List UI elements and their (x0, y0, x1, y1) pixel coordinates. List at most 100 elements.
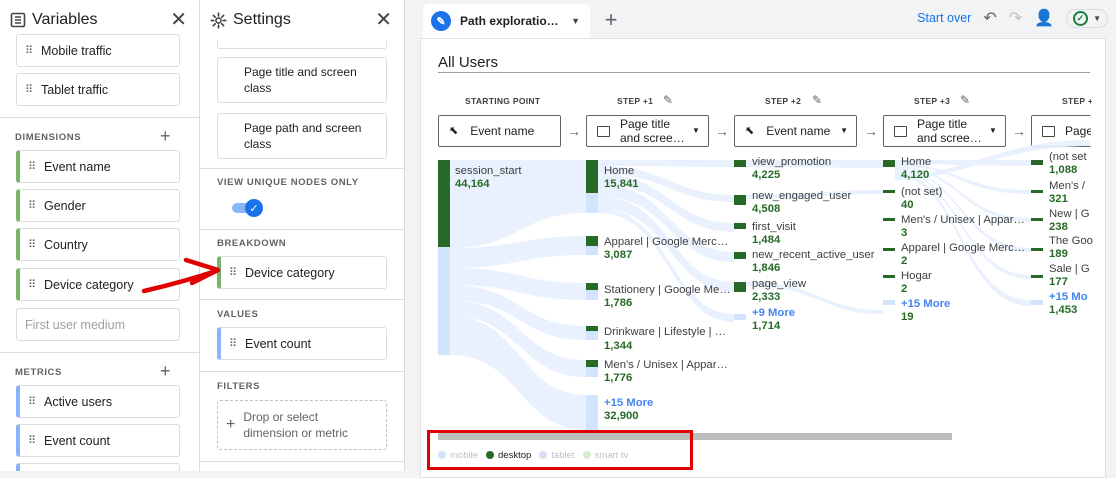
drag-handle-icon[interactable]: ⠿ (28, 239, 36, 250)
settings-title: Settings (233, 11, 291, 28)
drag-handle-icon[interactable]: ⠿ (25, 84, 33, 95)
share-users-icon[interactable]: 👤 (1034, 8, 1054, 28)
dimension-label: Event name (44, 159, 111, 174)
node-label[interactable]: page_view (752, 278, 806, 291)
filters-drop-zone[interactable]: + Drop or select dimension or metric (217, 400, 387, 450)
segment-underline (438, 72, 1090, 73)
arrow-right-icon: → (864, 123, 878, 139)
drag-handle-icon[interactable]: ⠿ (28, 279, 36, 290)
node-label[interactable]: Sale | G (1049, 263, 1090, 276)
dimension-placeholder-chip[interactable]: First user medium (16, 308, 180, 341)
node-label[interactable]: Stationery | Google Me… (604, 284, 731, 297)
step-title: STEP +2 (765, 96, 802, 106)
node-label[interactable]: The Goo (1049, 235, 1093, 248)
node-label[interactable]: new_engaged_user (752, 190, 851, 203)
undo-icon[interactable]: ↶ (983, 8, 996, 28)
redo-icon[interactable]: ↷ (1009, 8, 1022, 28)
node-label[interactable]: view_promotion (752, 156, 831, 169)
node-value: 1,786 (604, 297, 633, 309)
values-label: VALUES (217, 309, 259, 320)
node-label[interactable]: new_recent_active_user (752, 249, 874, 262)
segment-chip[interactable]: ⠿ Mobile traffic (16, 34, 180, 67)
filters-label: FILTERS (217, 381, 261, 392)
settings-row-partial[interactable] (217, 40, 387, 49)
status-check-button[interactable]: ✓ ▼ (1066, 8, 1108, 28)
node-label[interactable]: (not set (1049, 151, 1087, 164)
drag-handle-icon[interactable]: ⠿ (28, 161, 36, 172)
settings-row[interactable]: Page title and screen class (217, 57, 387, 103)
tab-label: Path exploratio… (460, 14, 559, 28)
node-value: 4,225 (752, 169, 781, 181)
tab-path-exploration[interactable]: ✎ Path exploratio… ▼ (423, 4, 590, 38)
step-dropdown[interactable]: ⬉ Event name (438, 115, 561, 147)
dimension-chip[interactable]: ⠿ Event name (16, 150, 180, 183)
drag-handle-icon[interactable]: ⠿ (25, 45, 33, 56)
edit-step-icon[interactable]: ✎ (812, 93, 822, 107)
add-tab-icon[interactable]: + (597, 6, 625, 34)
close-settings-icon[interactable]: ✕ (375, 10, 392, 30)
more-nodes-link[interactable]: +15 More (604, 397, 653, 410)
step-dropdown[interactable]: ⬉ Event name ▼ (734, 115, 857, 147)
tab-dropdown-icon[interactable]: ▼ (571, 16, 580, 26)
arrow-right-icon: → (715, 123, 729, 139)
values-chip[interactable]: ⠿ Event count (217, 327, 387, 360)
table-icon (1042, 125, 1055, 137)
node-value: 32,900 (604, 410, 639, 422)
more-nodes-link[interactable]: +15 More (901, 298, 950, 311)
node-value: 2 (901, 255, 908, 267)
node-value: 3 (901, 227, 908, 239)
variables-icon (10, 12, 26, 28)
node-label[interactable]: Drinkware | Lifestyle | … (604, 326, 726, 339)
node-value: 1,776 (604, 372, 633, 384)
node-value: 189 (1049, 248, 1068, 260)
more-nodes-link[interactable]: +9 More (752, 307, 795, 320)
edit-step-icon[interactable]: ✎ (960, 93, 970, 107)
settings-row[interactable]: Page path and screen class (217, 113, 387, 159)
node-value: 4,120 (901, 169, 930, 181)
dimension-chip[interactable]: ⠿ Device category (16, 268, 180, 301)
node-label[interactable]: Men's / Unisex | Appar… (604, 359, 728, 372)
drag-handle-icon[interactable]: ⠿ (28, 435, 36, 446)
node-label[interactable]: Apparel | Google Merc… (604, 236, 728, 249)
node-value: 1,484 (752, 234, 781, 246)
edit-step-icon[interactable]: ✎ (663, 93, 673, 107)
add-dimension-icon[interactable]: + (160, 127, 171, 145)
step-title: STEP +3 (914, 96, 951, 106)
divider (0, 352, 199, 353)
step-dropdown[interactable]: Page title and scree… ▼ (883, 115, 1006, 147)
step-dropdown[interactable]: Page title and scree… ▼ (586, 115, 709, 147)
breakdown-chip[interactable]: ⠿ Device category (217, 256, 387, 289)
variables-title: Variables (32, 11, 98, 28)
step-title: STEP +4 (1062, 96, 1092, 106)
drag-handle-icon[interactable]: ⠿ (229, 338, 237, 349)
start-over-button[interactable]: Start over (917, 11, 971, 25)
add-metric-icon[interactable]: + (160, 362, 171, 380)
metric-chip[interactable] (16, 463, 180, 471)
node-label[interactable]: Home (604, 165, 634, 178)
metric-chip[interactable]: ⠿ Active users (16, 385, 180, 418)
metric-chip[interactable]: ⠿ Event count (16, 424, 180, 457)
node-label[interactable]: Home (901, 156, 931, 169)
unique-nodes-toggle[interactable]: ✓ (232, 199, 263, 217)
dimension-chip[interactable]: ⠿ Country (16, 228, 180, 261)
segment-chip[interactable]: ⠿ Tablet traffic (16, 73, 180, 106)
close-variables-icon[interactable]: ✕ (170, 10, 187, 30)
drag-handle-icon[interactable]: ⠿ (229, 267, 237, 278)
node-label[interactable]: session_start (455, 165, 522, 178)
step-dropdown[interactable]: Page… (1031, 115, 1091, 147)
node-value: 1,344 (604, 340, 633, 352)
node-label[interactable]: (not set) (901, 186, 942, 199)
node-label[interactable]: Apparel | Google Merc… (901, 242, 1025, 255)
check-icon: ✓ (245, 199, 263, 217)
node-label[interactable]: first_visit (752, 221, 796, 234)
node-label[interactable]: Men's / (1049, 180, 1085, 193)
more-nodes-link[interactable]: +15 Mo (1049, 291, 1088, 304)
drag-handle-icon[interactable]: ⠿ (28, 200, 36, 211)
divider (200, 299, 404, 300)
drag-handle-icon[interactable]: ⠿ (28, 396, 36, 407)
cursor-click-icon: ⬉ (745, 125, 755, 137)
node-label[interactable]: New | G (1049, 208, 1090, 221)
node-label[interactable]: Men's / Unisex | Appar… (901, 214, 1025, 227)
dimension-chip[interactable]: ⠿ Gender (16, 189, 180, 222)
node-label[interactable]: Hogar (901, 270, 932, 283)
